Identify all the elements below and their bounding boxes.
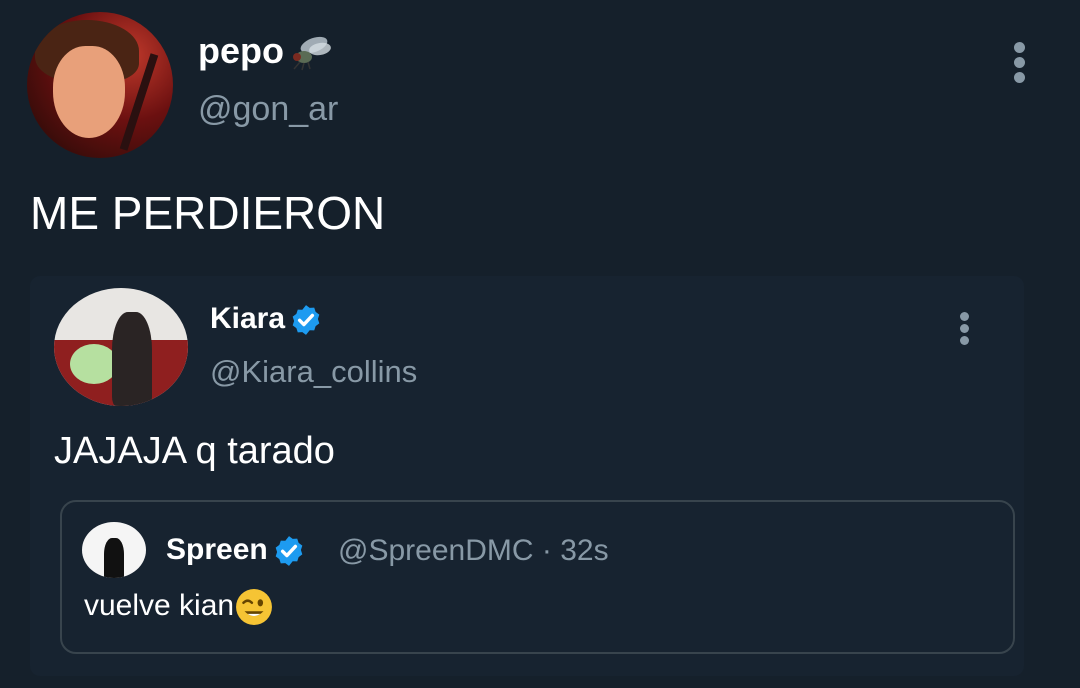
verified-badge-icon xyxy=(292,305,320,335)
author-name-row[interactable]: pepo xyxy=(198,30,332,73)
quoted-author-name-row[interactable]: Kiara xyxy=(210,302,323,337)
quoted-author-handle[interactable]: @Kiara_collins xyxy=(210,354,417,390)
nested-quote-card[interactable] xyxy=(60,500,1015,654)
quoted-more-options-icon[interactable] xyxy=(960,312,969,348)
author-avatar[interactable] xyxy=(27,12,173,158)
tweet-view: pepo @gon_ar ME PERDIERON Kiara @Kiara_c… xyxy=(0,0,1080,688)
quoted-tweet-text: JAJAJA q tarado xyxy=(54,430,335,472)
quoted-author-name[interactable]: Kiara xyxy=(210,302,285,335)
more-options-icon[interactable] xyxy=(1014,42,1025,87)
nested-tweet-text-row: vuelve kian xyxy=(84,588,273,626)
verified-badge-icon xyxy=(275,536,303,566)
author-handle[interactable]: @gon_ar xyxy=(198,90,338,129)
nested-author-handle[interactable]: @SpreenDMC xyxy=(338,534,534,567)
nested-tweet-text: vuelve kian xyxy=(84,588,235,622)
fly-emoji-icon xyxy=(293,37,331,71)
author-name[interactable]: pepo xyxy=(198,30,284,71)
nested-author-name-row[interactable]: Spreen xyxy=(166,533,306,568)
tweet-text: ME PERDIERON xyxy=(30,187,386,239)
nested-author-name[interactable]: Spreen xyxy=(166,533,268,566)
nested-timestamp[interactable]: 32s xyxy=(560,534,608,567)
winking-face-emoji-icon xyxy=(236,589,273,625)
meta-separator: · xyxy=(541,534,552,567)
quoted-author-avatar[interactable] xyxy=(54,288,188,406)
nested-meta: @SpreenDMC · 32s xyxy=(338,534,609,568)
nested-author-avatar[interactable] xyxy=(82,522,146,578)
